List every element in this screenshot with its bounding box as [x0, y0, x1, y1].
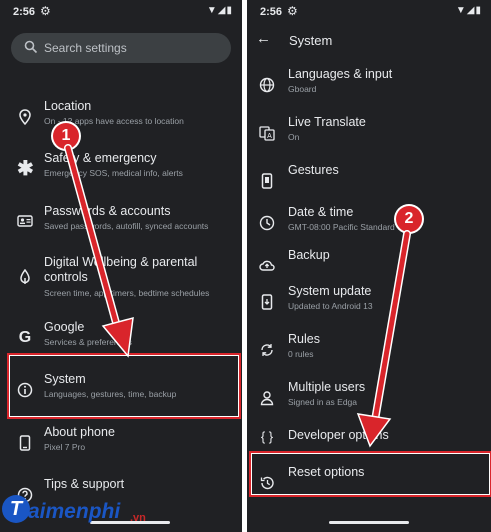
item-title: Safety & emergency: [44, 151, 157, 165]
system-item-rules[interactable]: Rules 0 rules: [247, 332, 491, 376]
rules-icon: [259, 342, 275, 358]
settings-screen: 2:56 ⚙ ▼◢▮ Search settings Location On -…: [0, 0, 242, 532]
item-subtitle: On: [288, 132, 300, 142]
item-title: Rules: [288, 332, 320, 346]
system-screen: 2:56 ⚙ ▼◢▮ ← System Languages & input Gb…: [247, 0, 491, 532]
item-subtitle: Updated to Android 13: [288, 301, 373, 311]
status-bar: 2:56 ⚙ ▼◢▮: [0, 0, 242, 24]
settings-notification-icon: ⚙: [287, 4, 298, 18]
step-marker-2: 2: [396, 206, 422, 232]
back-arrow-icon[interactable]: ←: [256, 30, 271, 47]
item-subtitle: Emergency SOS, medical info, alerts: [44, 168, 183, 178]
cloud-backup-icon: [259, 258, 275, 274]
status-time: 2:56: [13, 6, 36, 18]
item-subtitle: Services & preferences: [44, 337, 132, 347]
svg-text:A: A: [267, 133, 272, 140]
status-icons: ▼◢▮: [206, 5, 233, 16]
item-title: Digital Wellbeing & parental: [44, 255, 198, 269]
system-highlight-box: [7, 353, 241, 419]
system-update-icon: [259, 294, 275, 310]
logo-initial: T: [2, 495, 30, 523]
item-title: Multiple users: [288, 380, 366, 394]
asterisk-icon: ✱: [17, 158, 34, 180]
settings-item-location[interactable]: Location On - 12 apps have access to loc…: [0, 99, 242, 143]
status-time: 2:56: [260, 6, 283, 18]
settings-notification-icon: ⚙: [40, 4, 51, 18]
item-title: System update: [288, 284, 372, 298]
system-item-multiple-users[interactable]: Multiple users Signed in as Edga: [247, 380, 491, 424]
item-subtitle: Gboard: [288, 84, 317, 94]
item-subtitle: Signed in as Edga: [288, 397, 357, 407]
logo-suffix: .vn: [130, 512, 146, 524]
location-pin-icon: [17, 109, 33, 126]
globe-icon: [259, 77, 275, 93]
system-item-live-translate[interactable]: A Live Translate On: [247, 115, 491, 159]
item-title: Backup: [288, 248, 330, 262]
system-item-languages[interactable]: Languages & input Gboard: [247, 67, 491, 111]
settings-item-digital-wellbeing[interactable]: Digital Wellbeing & parental controls Sc…: [0, 255, 242, 305]
settings-item-about-phone[interactable]: About phone Pixel 7 Pro: [0, 425, 242, 469]
system-item-date-time[interactable]: Date & time GMT-08:00 Pacific Standard: [247, 205, 491, 249]
status-bar: 2:56 ⚙ ▼◢▮: [247, 0, 491, 24]
page-title: System: [289, 33, 333, 48]
translate-icon: A: [259, 125, 275, 141]
account-card-icon: [17, 214, 33, 230]
search-settings-bar[interactable]: Search settings: [11, 33, 231, 63]
clock-icon: [259, 215, 275, 231]
item-subtitle: 0 rules: [288, 349, 314, 359]
item-subtitle: Screen time, app timers, bedtime schedul…: [44, 288, 210, 298]
system-item-system-update[interactable]: System update Updated to Android 13: [247, 284, 491, 328]
search-placeholder: Search settings: [44, 41, 127, 55]
phone-icon: [17, 435, 33, 451]
settings-item-safety[interactable]: ✱ Safety & emergency Emergency SOS, medi…: [0, 151, 242, 195]
google-g-icon: G: [18, 329, 32, 346]
gesture-navbar[interactable]: [329, 521, 409, 524]
gestures-phone-icon: [259, 173, 275, 189]
item-title: Tips & support: [44, 477, 125, 491]
item-subtitle: Saved passwords, autofill, synced accoun…: [44, 221, 209, 231]
app-bar: ← System: [247, 28, 491, 54]
item-title: About phone: [44, 425, 115, 439]
settings-item-passwords[interactable]: Passwords & accounts Saved passwords, au…: [0, 204, 242, 248]
reset-options-highlight-box: [249, 451, 491, 497]
search-icon: [24, 40, 38, 54]
status-icons: ▼◢▮: [455, 5, 482, 16]
logo-brand: aimenphi: [28, 500, 121, 523]
item-title: Developer options: [288, 428, 389, 442]
item-title: Date & time: [288, 205, 354, 219]
item-title: Passwords & accounts: [44, 204, 171, 218]
item-subtitle: Pixel 7 Pro: [44, 442, 86, 452]
item-title: Location: [44, 99, 92, 113]
item-title-line2: controls: [44, 270, 88, 284]
user-icon: [259, 390, 275, 406]
item-subtitle: GMT-08:00 Pacific Standard: [288, 222, 395, 232]
item-title: Google: [44, 320, 85, 334]
watermark-logo: T aimenphi .vn: [0, 492, 170, 532]
system-item-gestures[interactable]: Gestures: [247, 163, 491, 207]
wellbeing-icon: [17, 268, 33, 285]
step-marker-1: 1: [53, 123, 79, 149]
item-title: Live Translate: [288, 115, 366, 129]
item-title: Gestures: [288, 163, 339, 177]
item-title: Languages & input: [288, 67, 393, 81]
code-braces-icon: { }: [260, 429, 274, 444]
